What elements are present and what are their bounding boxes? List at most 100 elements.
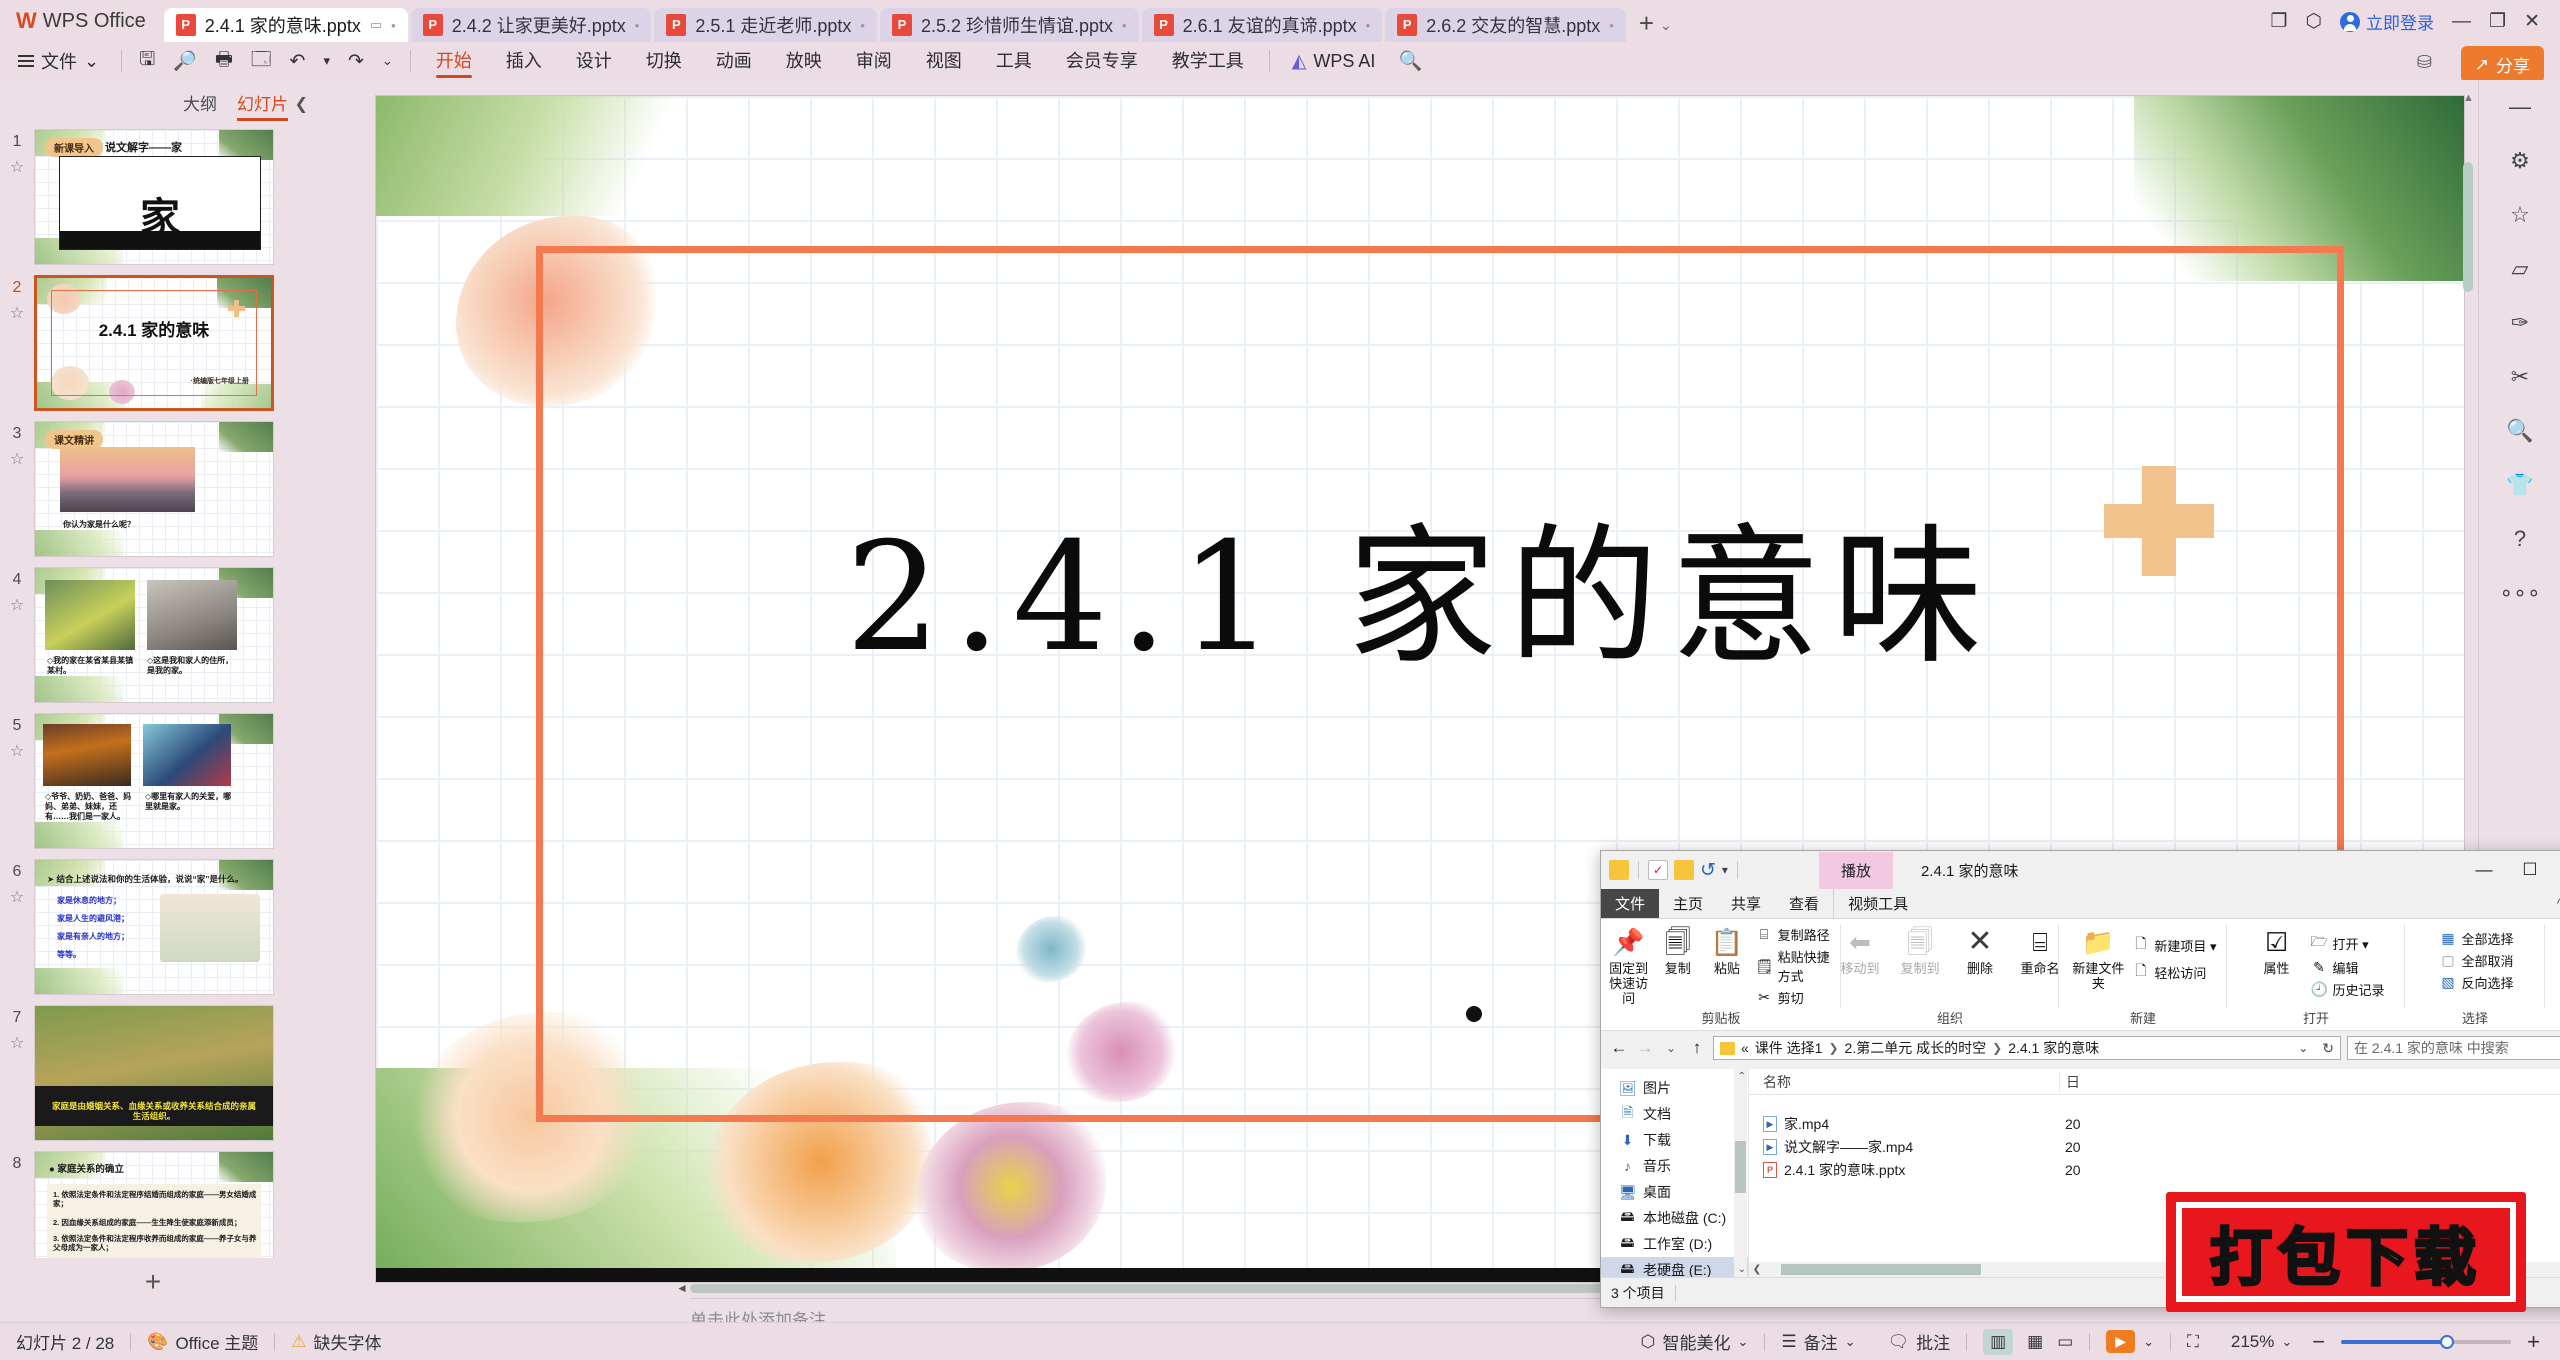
tools-icon[interactable]: ✂ — [2479, 350, 2560, 404]
explorer-tab-video-tools[interactable]: 视频工具 — [1833, 889, 1922, 918]
print-preview-icon[interactable]: 🗔 — [242, 45, 281, 77]
redo-icon[interactable]: ↷ — [339, 50, 373, 73]
star-icon[interactable]: ☆ — [0, 887, 34, 907]
wps-ai-button[interactable]: ◭ WPS AI — [1278, 50, 1390, 73]
column-header-date[interactable]: 日 — [2059, 1071, 2560, 1092]
notes-button[interactable]: ☰ 备注 ⌄ — [1765, 1329, 1871, 1354]
copy-to-button[interactable]: 🗐 复制到 — [1891, 925, 1949, 977]
nav-item-desktop[interactable]: 🖥 桌面 — [1601, 1179, 1748, 1205]
star-icon[interactable]: ☆ — [0, 741, 34, 761]
explorer-close-button[interactable]: ✕ — [2553, 853, 2560, 887]
nav-item-local-disk-c[interactable]: 🖴 本地磁盘 (C:) — [1601, 1205, 1748, 1231]
forward-button[interactable]: → — [1635, 1038, 1655, 1058]
thumbnail-row[interactable]: 1 ☆ 新课导入 说文解字——家 家 — [0, 124, 306, 270]
play-icon[interactable]: ▶ — [2106, 1330, 2136, 1353]
scroll-left-arrow-icon[interactable]: ❮ — [1749, 1264, 1765, 1275]
ribbon-tab-slideshow[interactable]: 放映 — [769, 42, 839, 80]
zoom-in-button[interactable]: + — [2523, 1329, 2560, 1355]
zoom-out-button[interactable]: − — [2308, 1329, 2329, 1355]
star-icon[interactable]: ☆ — [0, 303, 34, 323]
new-tab-button[interactable]: + — [1629, 8, 1660, 42]
document-tab-4[interactable]: P 2.6.1 友谊的真谛.pptx • — [1141, 8, 1383, 42]
open-button[interactable]: 🗁 打开 ▾ — [2310, 931, 2384, 955]
slide-thumbnail-list[interactable]: 1 ☆ 新课导入 说文解字——家 家 2 ☆ 2.4.1 家的意味 ·统编版七年… — [0, 124, 306, 1258]
thumbnail-row[interactable]: 6 ☆ ➤ 结合上述说法和你的生活体验，说说“家”是什么。 家是休息的地方； 家… — [0, 854, 306, 1000]
zoom-level[interactable]: 215% ⌄ — [2215, 1332, 2308, 1352]
slide-thumbnail-3[interactable]: 课文精讲 你认为家是什么呢？ — [34, 421, 274, 557]
add-slide-button[interactable]: + — [0, 1266, 306, 1298]
collapse-icon[interactable]: — — [2479, 80, 2560, 134]
tab-list-caret-icon[interactable]: ⌄ — [1660, 17, 1672, 42]
copy-path-button[interactable]: ⌸ 复制路径 — [1756, 925, 1837, 944]
login-button[interactable]: 立即登录 — [2340, 9, 2434, 34]
ribbon-tab-start[interactable]: 开始 — [419, 42, 489, 80]
smart-beautify-button[interactable]: ⬡ 智能美化 ⌄ — [1625, 1329, 1765, 1354]
new-item-button[interactable]: 🗋 新建项目 ▾ — [2132, 933, 2216, 957]
nav-item-downloads[interactable]: ⬇ 下载 — [1601, 1127, 1748, 1153]
zoom-slider[interactable] — [2341, 1334, 2512, 1349]
thumbnail-row[interactable]: 4 ☆ ◇我的家在某省某县某镇某村。 ◇这是我和家人的住所，是我的家。 — [0, 562, 306, 708]
theme-icon[interactable]: 👕 — [2479, 458, 2560, 512]
scroll-up-arrow-icon[interactable]: ▲ — [2463, 92, 2474, 104]
explorer-maximize-button[interactable]: ☐ — [2507, 853, 2553, 887]
breadcrumb-item-1[interactable]: 课件 选择1 — [1755, 1038, 1823, 1058]
checklist-icon[interactable]: ✓ — [1648, 860, 1668, 880]
scroll-down-arrow-icon[interactable]: ⌄ — [1738, 1264, 1746, 1275]
back-button[interactable]: ← — [1609, 1038, 1629, 1058]
scroll-up-arrow-icon[interactable]: ⌃ — [1738, 1071, 1746, 1082]
ribbon-tab-animation[interactable]: 动画 — [699, 42, 769, 80]
monitor-icon[interactable]: ▭ — [370, 17, 382, 33]
more-icon[interactable]: ∘∘∘ — [2479, 566, 2560, 620]
pin-to-quick-access-button[interactable]: 📌 固定到快速访问 — [1605, 925, 1652, 1007]
document-tab-3[interactable]: P 2.5.2 珍惜师生情谊.pptx • — [879, 8, 1139, 42]
tab-close-icon[interactable]: • — [1122, 18, 1127, 33]
star-icon[interactable]: ☆ — [2479, 188, 2560, 242]
move-to-button[interactable]: ⬅ 移动到 — [1831, 925, 1889, 977]
explorer-tab-share[interactable]: 共享 — [1717, 889, 1775, 918]
document-tab-2[interactable]: P 2.5.1 走近老师.pptx • — [654, 8, 877, 42]
file-row[interactable]: ▶ 家.mp4 20 — [1749, 1111, 2560, 1134]
nav-item-drive-d[interactable]: 🖴 工作室 (D:) — [1601, 1231, 1748, 1257]
tab-close-icon[interactable]: • — [1366, 18, 1371, 33]
cube-icon[interactable]: ⬡ — [2305, 10, 2322, 33]
thumbnail-row[interactable]: 3 ☆ 课文精讲 你认为家是什么呢？ — [0, 416, 306, 562]
comment-button[interactable]: 🗨 批注 — [1872, 1329, 1967, 1354]
select-none-button[interactable]: ▢ 全部取消 — [2439, 951, 2513, 970]
thumbnail-row[interactable]: 5 ☆ ◇爷爷、奶奶、爸爸、妈妈、弟弟、妹妹，还有……我们是一家人。 ◇哪里有家… — [0, 708, 306, 854]
thumbnail-row[interactable]: 8 ● 家庭关系的确立 1. 依照法定条件和法定程序结婚而组成的家庭——男女结婚… — [0, 1146, 306, 1258]
shape-icon[interactable]: ▱ — [2479, 242, 2560, 296]
document-tab-5[interactable]: P 2.6.2 交友的智慧.pptx • — [1385, 8, 1626, 42]
wps-office-logo[interactable]: W WPS Office — [0, 0, 164, 42]
nav-item-documents[interactable]: 🗎 文档 — [1601, 1101, 1748, 1127]
properties-button[interactable]: ☑ 属性 — [2247, 925, 2305, 977]
feather-icon[interactable]: ✑ — [2479, 296, 2560, 350]
thumbnail-row[interactable]: 7 ☆ 家庭是由婚姻关系、血缘关系或收养关系结合成的亲属生活组织。 — [0, 1000, 306, 1146]
ribbon-tab-transition[interactable]: 切换 — [629, 42, 699, 80]
slide-sorter-icon[interactable]: ▦ — [2027, 1332, 2043, 1352]
ribbon-tab-member[interactable]: 会员专享 — [1049, 42, 1155, 80]
quick-access-caret-icon[interactable]: ⌄ — [373, 53, 402, 69]
tab-close-icon[interactable]: • — [391, 18, 396, 33]
explorer-minimize-button[interactable]: — — [2461, 853, 2507, 887]
explorer-title-bar[interactable]: ✓ ↺ ▾ 播放 2.4.1 家的意味 — ☐ ✕ — [1601, 851, 2560, 889]
star-icon[interactable]: ☆ — [0, 595, 34, 615]
ribbon-tab-design[interactable]: 设计 — [559, 42, 629, 80]
scrollbar-thumb[interactable] — [1781, 1264, 1981, 1275]
file-row[interactable]: ▶ 说文解字——家.mp4 20 — [1749, 1134, 2560, 1157]
print-icon[interactable]: 🖶 — [206, 45, 242, 77]
history-button[interactable]: 🕘 历史记录 — [2310, 980, 2384, 999]
star-icon[interactable]: ☆ — [0, 157, 34, 177]
slide-thumbnail-2[interactable]: 2.4.1 家的意味 ·统编版七年级上册 — [34, 275, 274, 411]
breadcrumb-item-3[interactable]: 2.4.1 家的意味 — [2008, 1038, 2099, 1058]
file-menu-button[interactable]: 文件 ⌄ — [0, 48, 113, 74]
slide-thumbnail-7[interactable]: 家庭是由婚姻关系、血缘关系或收养关系结合成的亲属生活组织。 — [34, 1005, 274, 1141]
slide-thumbnail-4[interactable]: ◇我的家在某省某县某镇某村。 ◇这是我和家人的住所，是我的家。 — [34, 567, 274, 703]
undo-icon[interactable]: ↺ — [1700, 859, 1716, 882]
nav-item-pictures[interactable]: 🖼 图片 — [1601, 1075, 1748, 1101]
search-icon[interactable]: 🔍 — [1389, 49, 1431, 73]
address-breadcrumb-box[interactable]: « 课件 选择1 ❯ 2.第二单元 成长的时空 ❯ 2.4.1 家的意味 ⌄ ↻ — [1713, 1036, 2341, 1060]
select-all-button[interactable]: ▦ 全部选择 — [2439, 929, 2513, 948]
delete-button[interactable]: ✕ 删除 — [1951, 925, 2009, 977]
notes-collapse-icon[interactable]: ◄ — [676, 1281, 688, 1295]
close-button[interactable]: ✕ — [2524, 10, 2540, 33]
